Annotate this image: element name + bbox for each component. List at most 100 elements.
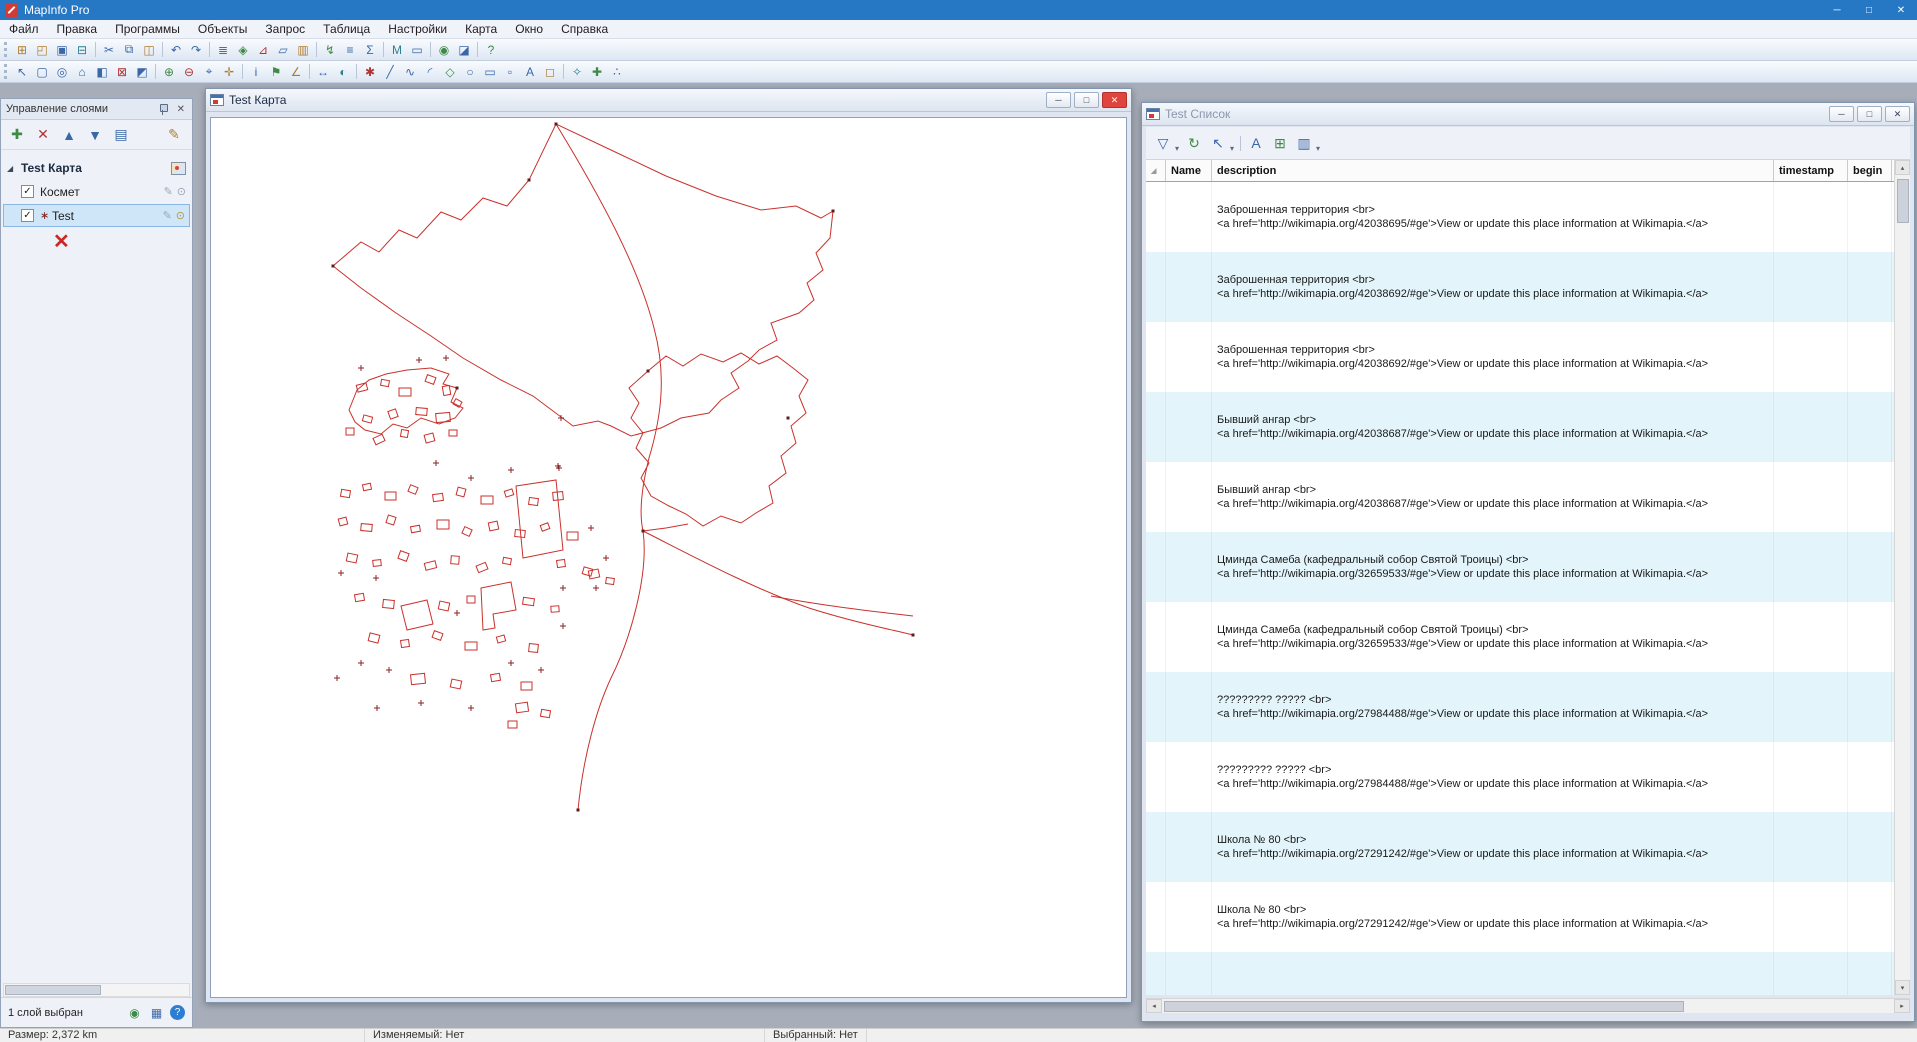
begin-cell[interactable] <box>1848 532 1892 602</box>
timestamp-cell[interactable] <box>1774 672 1848 742</box>
begin-cell[interactable] <box>1848 182 1892 252</box>
help-icon[interactable]: ? <box>481 41 501 59</box>
name-cell[interactable] <box>1166 252 1212 322</box>
browse-layers-icon[interactable]: ▦ <box>148 1004 165 1021</box>
name-cell[interactable] <box>1166 182 1212 252</box>
info-icon[interactable]: i <box>246 63 266 81</box>
description-cell[interactable]: Заброшенная территория <br><a href='http… <box>1212 252 1774 322</box>
ruler-icon[interactable]: ∠ <box>286 63 306 81</box>
new-graph-icon[interactable]: ⊿ <box>253 41 273 59</box>
description-cell[interactable]: Бывший ангар <br><a href='http://wikimap… <box>1212 462 1774 532</box>
arc-tool-icon[interactable]: ◜ <box>420 63 440 81</box>
row-selector-cell[interactable] <box>1146 672 1166 742</box>
description-cell[interactable]: Бывший ангар <br><a href='http://wikimap… <box>1212 392 1774 462</box>
begin-cell[interactable] <box>1848 392 1892 462</box>
style-override-icon[interactable]: ⊙ <box>176 209 185 222</box>
scrollbar-thumb[interactable] <box>5 985 101 995</box>
table-row[interactable]: ????????? ????? <br><a href='http://wiki… <box>1146 672 1894 742</box>
name-cell[interactable] <box>1166 812 1212 882</box>
table-row[interactable]: Бывший ангар <br><a href='http://wikimap… <box>1146 462 1894 532</box>
browser-close-button[interactable]: ✕ <box>1885 106 1910 122</box>
undo-icon[interactable]: ↶ <box>166 41 186 59</box>
mapbasic-window-icon[interactable]: M <box>387 41 407 59</box>
zoom-in-icon[interactable]: ⊕ <box>159 63 179 81</box>
pointer-icon[interactable]: ↖ <box>1206 131 1230 155</box>
zoom-out-icon[interactable]: ⊖ <box>179 63 199 81</box>
name-cell[interactable] <box>1166 462 1212 532</box>
timestamp-cell[interactable] <box>1774 532 1848 602</box>
toolbar-grip[interactable] <box>4 42 7 57</box>
table-row[interactable]: Бывший ангар <br><a href='http://wikimap… <box>1146 392 1894 462</box>
scrollbar-thumb[interactable] <box>1897 179 1909 223</box>
scroll-left-icon[interactable]: ◂ <box>1146 999 1162 1013</box>
table-row[interactable]: Школа № 80 <br><a href='http://wikimapia… <box>1146 812 1894 882</box>
menu-item-7[interactable]: Карта <box>456 20 506 38</box>
dropdown-caret-icon[interactable]: ▾ <box>1230 144 1234 153</box>
timestamp-cell[interactable] <box>1774 322 1848 392</box>
pick-fields-icon[interactable]: ▥ <box>1292 131 1316 155</box>
tree-root-row[interactable]: ◢ Test Карта <box>1 157 192 179</box>
menu-item-2[interactable]: Программы <box>106 20 189 38</box>
timestamp-cell[interactable] <box>1774 392 1848 462</box>
redo-icon[interactable]: ↷ <box>186 41 206 59</box>
map-minimize-button[interactable]: ─ <box>1046 92 1071 108</box>
zoom-extent-icon[interactable]: ◉ <box>126 1004 143 1021</box>
table-row[interactable]: Школа № 80 <br><a href='http://wikimapia… <box>1146 882 1894 952</box>
table-row[interactable] <box>1146 952 1894 995</box>
timestamp-cell[interactable] <box>1774 252 1848 322</box>
begin-cell[interactable] <box>1848 672 1892 742</box>
description-cell[interactable]: Заброшенная территория <br><a href='http… <box>1212 322 1774 392</box>
panel-close-icon[interactable]: ✕ <box>175 104 187 115</box>
column-header-Name[interactable]: Name <box>1166 160 1212 181</box>
symbol-tool-icon[interactable]: ✱ <box>360 63 380 81</box>
pin-icon[interactable] <box>158 103 168 116</box>
new-table-icon[interactable]: ⊞ <box>12 41 32 59</box>
begin-cell[interactable] <box>1848 882 1892 952</box>
add-layer-icon[interactable]: ✚ <box>5 124 29 146</box>
world-icon[interactable]: ◉ <box>434 41 454 59</box>
description-cell[interactable]: Цминда Самеба (кафедральный собор Святой… <box>1212 532 1774 602</box>
save-icon[interactable]: ▣ <box>52 41 72 59</box>
tree-expander-icon[interactable]: ◢ <box>7 164 19 173</box>
marquee-select-icon[interactable]: ▢ <box>32 63 52 81</box>
rectangle-tool-icon[interactable]: ▭ <box>480 63 500 81</box>
editable-icon[interactable]: ✎ <box>163 209 172 222</box>
polygon-select-icon[interactable]: ⌂ <box>72 63 92 81</box>
radius-select-icon[interactable]: ◎ <box>52 63 72 81</box>
dropdown-caret-icon[interactable]: ▾ <box>1316 144 1320 153</box>
menu-item-5[interactable]: Таблица <box>314 20 379 38</box>
ellipse-tool-icon[interactable]: ○ <box>460 63 480 81</box>
frame-tool-icon[interactable]: ◻ <box>540 63 560 81</box>
name-cell[interactable] <box>1166 672 1212 742</box>
show-mapbasic-icon[interactable]: ▭ <box>407 41 427 59</box>
scroll-up-icon[interactable]: ▴ <box>1895 160 1910 175</box>
row-selector-cell[interactable] <box>1146 182 1166 252</box>
clip-region-icon[interactable]: ◪ <box>454 41 474 59</box>
select-icon[interactable]: ↖ <box>12 63 32 81</box>
line-tool-icon[interactable]: ╱ <box>380 63 400 81</box>
description-cell[interactable]: ????????? ????? <br><a href='http://wiki… <box>1212 742 1774 812</box>
layer-style-icon[interactable]: ✎ <box>162 124 186 146</box>
description-cell[interactable]: Школа № 80 <br><a href='http://wikimapia… <box>1212 882 1774 952</box>
begin-cell[interactable] <box>1848 812 1892 882</box>
row-selector-cell[interactable] <box>1146 952 1166 995</box>
unselect-all-icon[interactable]: ⊠ <box>112 63 132 81</box>
scrollbar-thumb[interactable] <box>1164 1001 1684 1012</box>
begin-cell[interactable] <box>1848 252 1892 322</box>
column-header-timestamp[interactable]: timestamp <box>1774 160 1848 181</box>
rounded-rect-tool-icon[interactable]: ▫ <box>500 63 520 81</box>
scroll-right-icon[interactable]: ▸ <box>1894 999 1910 1013</box>
new-browser-icon[interactable]: ≣ <box>213 41 233 59</box>
timestamp-cell[interactable] <box>1774 812 1848 882</box>
menu-item-8[interactable]: Окно <box>506 20 552 38</box>
add-node-icon[interactable]: ✚ <box>587 63 607 81</box>
font-style-icon[interactable]: A <box>1244 131 1268 155</box>
table-row[interactable]: Заброшенная территория <br><a href='http… <box>1146 252 1894 322</box>
table-row[interactable]: ????????? ????? <br><a href='http://wiki… <box>1146 742 1894 812</box>
begin-cell[interactable] <box>1848 742 1892 812</box>
paste-icon[interactable]: ◫ <box>139 41 159 59</box>
menu-item-4[interactable]: Запрос <box>256 20 314 38</box>
vertical-scrollbar[interactable]: ▴ ▾ <box>1894 160 1910 995</box>
name-cell[interactable] <box>1166 322 1212 392</box>
copy-icon[interactable]: ⧉ <box>119 41 139 59</box>
